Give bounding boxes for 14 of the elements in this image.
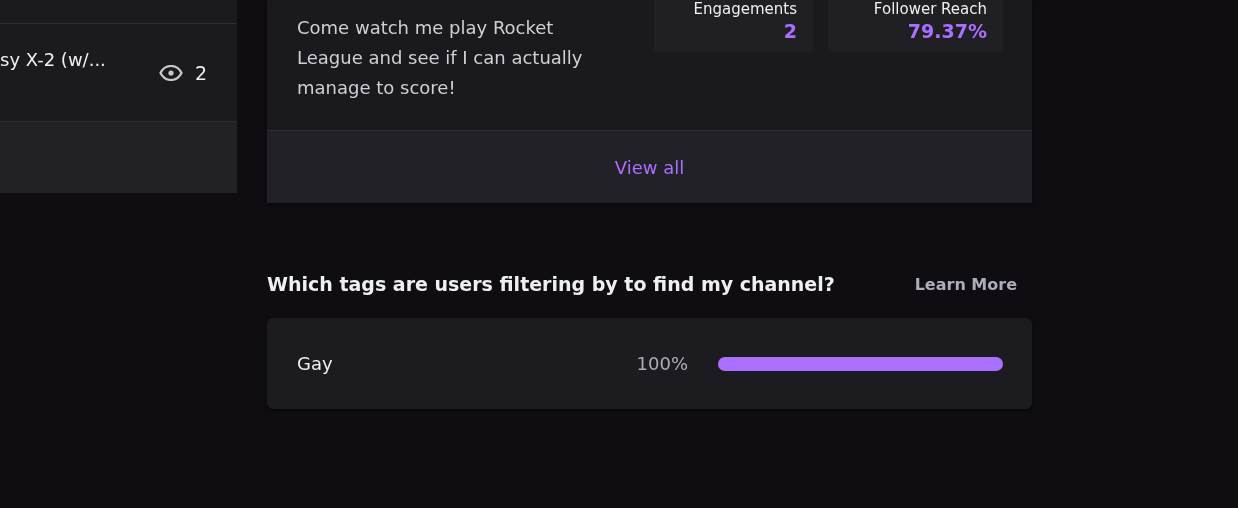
tag-name: Gay bbox=[297, 353, 334, 374]
learn-more-link[interactable]: Learn More bbox=[914, 274, 1017, 294]
section-title: Which tags are users filtering by to find my channel? bbox=[267, 273, 835, 295]
eye-icon bbox=[158, 64, 183, 81]
tag-percent: 100% bbox=[636, 353, 688, 374]
view-all-link[interactable]: View all bbox=[614, 156, 685, 178]
stream-description: Come watch me play Rocket League and see if I can actually manage to score! bbox=[297, 16, 584, 100]
stat-label: Follower Reach bbox=[873, 0, 987, 18]
stat-value: 2 bbox=[783, 19, 797, 44]
view-count: 2 bbox=[194, 61, 207, 84]
stat-value: 79.37% bbox=[907, 19, 987, 44]
video-row[interactable]: sy X-2 (w/... 2 bbox=[0, 24, 237, 121]
video-title: sy X-2 (w/... bbox=[0, 49, 106, 70]
stat-label: Engagements bbox=[693, 0, 797, 18]
